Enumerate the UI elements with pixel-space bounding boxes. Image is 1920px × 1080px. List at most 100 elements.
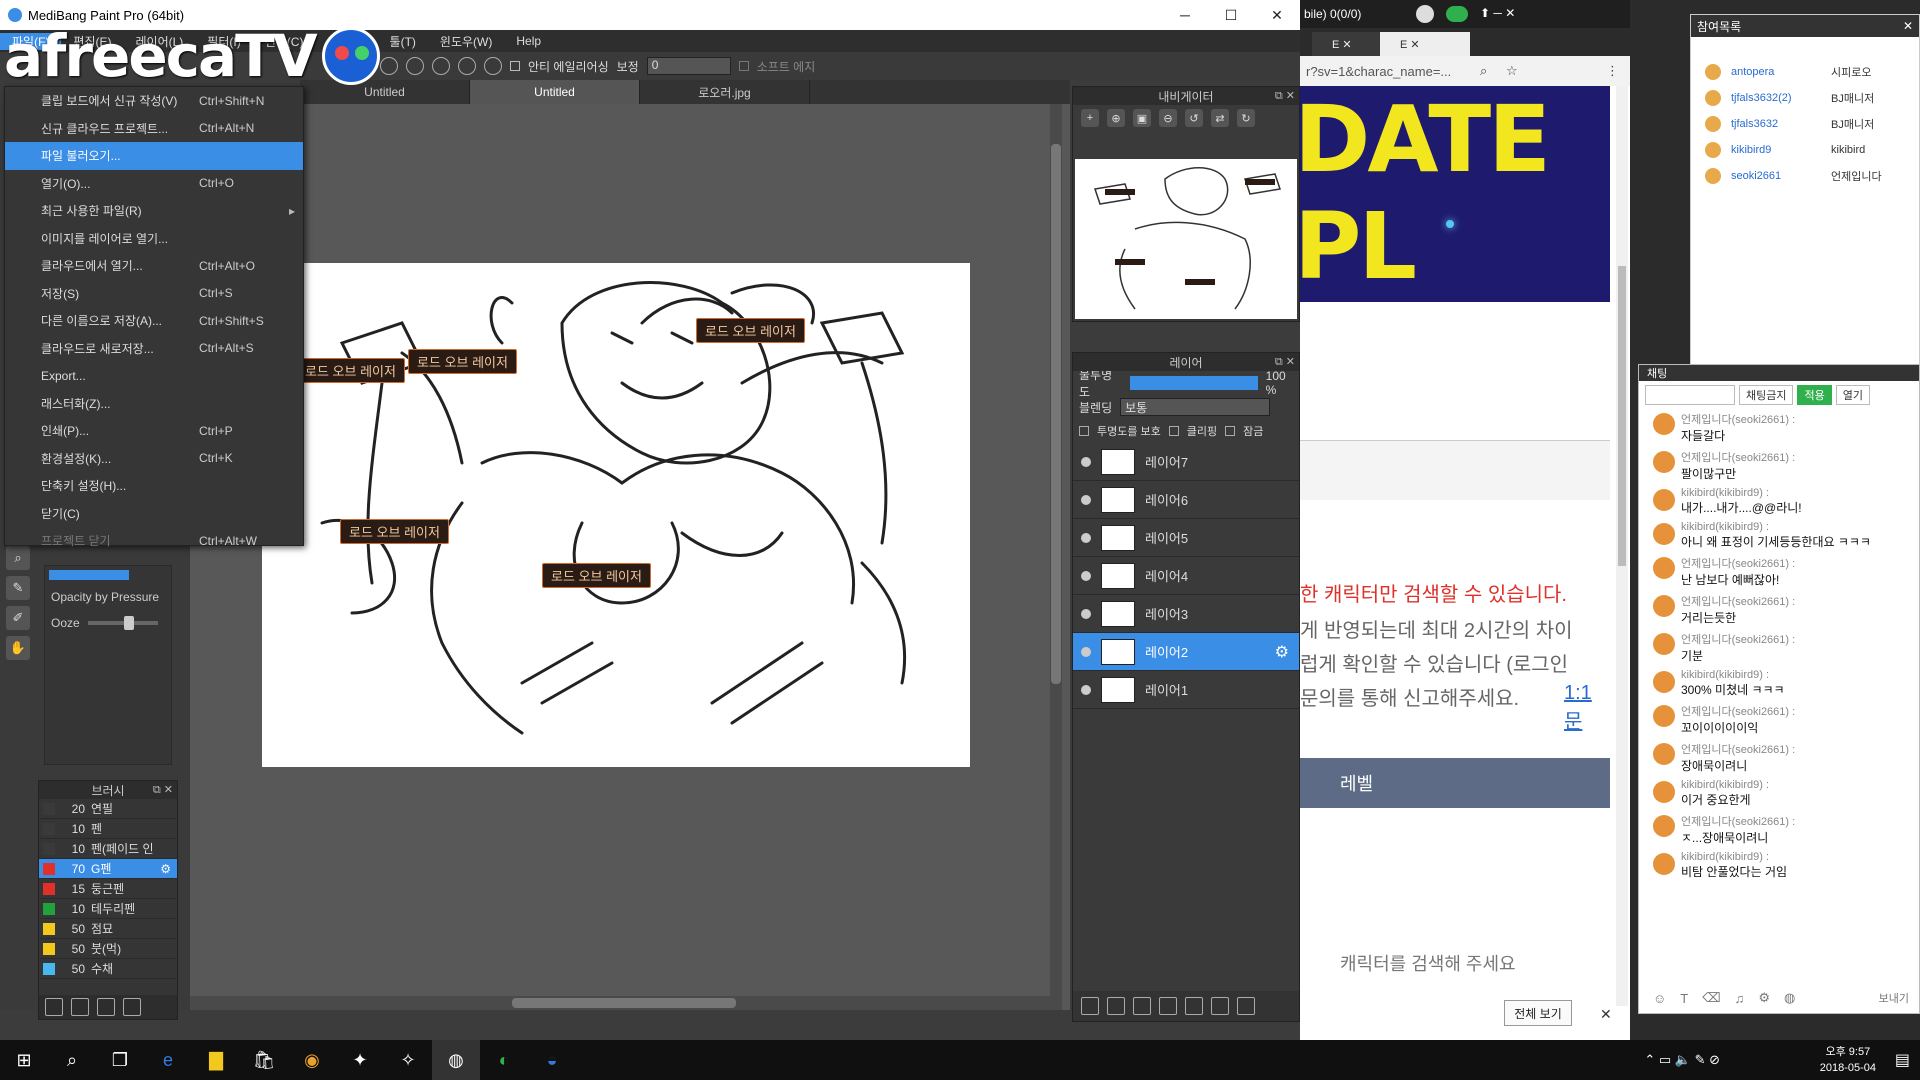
brush-item[interactable]: 10 펜(페이드 인 [39,839,177,859]
clipping-checkbox[interactable] [1168,426,1179,436]
brush-item[interactable]: 50 붓(먹) [39,939,177,959]
participant-row[interactable]: seoki2661 언제입니다 [1691,163,1919,189]
chat-username[interactable]: 언제입니다(seoki2661) : [1681,741,1795,757]
visibility-eye-icon[interactable] [1081,646,1091,657]
tab-image[interactable]: 로오러.jpg [640,80,810,104]
add-brush-icon[interactable] [45,998,63,1016]
folder-icon[interactable]: ▇ [192,1040,240,1080]
new-folder-icon[interactable] [1185,997,1203,1015]
file-menu-item[interactable]: 파일 불러오기... [5,142,303,170]
globe-icon[interactable]: ◍ [1784,990,1795,1006]
chrome-icon[interactable]: ◉ [288,1040,336,1080]
dismiss-icon[interactable]: ✕ [1600,1006,1612,1023]
brush-item[interactable]: 50 점묘 [39,919,177,939]
file-menu-item[interactable]: 단축키 설정(H)... [5,472,303,500]
file-menu-item[interactable]: 인쇄(P)... Ctrl+P [5,417,303,445]
brush-item[interactable]: 15 둥근펜 [39,879,177,899]
participant-row[interactable]: tjfals3632 BJ매니저 [1691,111,1919,137]
ooze-slider[interactable] [87,616,158,630]
brush-item[interactable]: 70 G펜 ⚙ [39,859,177,879]
emoji-icon[interactable]: ☺ [1653,991,1666,1006]
layer-item[interactable]: 레이어2 ⚙ [1073,633,1299,671]
clock[interactable]: 오후 9:57 2018-05-04 [1820,1044,1876,1076]
minimize-button[interactable]: ─ [1162,0,1208,30]
correction-select[interactable]: 0 [646,57,731,75]
visibility-eye-icon[interactable] [1081,456,1091,467]
chat-username[interactable]: 언제입니다(seoki2661) : [1681,631,1795,647]
circle-tool-icon[interactable] [380,57,398,75]
pen-tool-icon[interactable]: ✐ [6,606,30,630]
close-icon[interactable]: ✕ [1903,19,1913,33]
file-menu-item[interactable]: 클라우드에서 열기... Ctrl+Alt+O [5,252,303,280]
chat-filter-select[interactable]: 채팅금지 [1739,385,1794,405]
participant-row[interactable]: kikibird9 kikibird [1691,137,1919,163]
menu-tool[interactable]: 툴(T) [378,33,428,50]
panel-close-icon[interactable]: ⧉ ✕ [153,783,173,797]
layer-item[interactable]: 레이어1 [1073,671,1299,709]
canvas-horizontal-scrollbar[interactable] [190,996,1050,1010]
layer-item[interactable]: 레이어3 [1073,595,1299,633]
brush-item[interactable]: 20 연필 [39,799,177,819]
layer-settings-gear-icon[interactable]: ⚙ [1275,642,1289,662]
settings-icon[interactable]: ⚙ [1758,990,1770,1006]
windows-start-icon[interactable]: ⊞ [0,1040,48,1080]
brush-item[interactable]: 10 테두리펜 [39,899,177,919]
file-menu-item[interactable]: 신규 클라우드 프로젝트... Ctrl+Alt+N [5,115,303,143]
zoom-out-icon[interactable]: ⊖ [1159,109,1177,127]
flip-icon[interactable]: ⇄ [1211,109,1229,127]
search-icon[interactable]: ⌕ [48,1040,96,1080]
merge-layer-icon[interactable] [1237,997,1255,1015]
chat-username[interactable]: 언제입니다(seoki2661) : [1681,703,1795,719]
layer-item[interactable]: 레이어7 [1073,443,1299,481]
view-all-button[interactable]: 전체 보기 [1504,1000,1572,1026]
menu-window[interactable]: 윈도우(W) [428,33,504,50]
inquiry-link[interactable]: 1:1문 [1564,682,1610,734]
layer-panel-close-icon[interactable]: ⧉ ✕ [1275,355,1295,369]
chat-username[interactable]: kikibird(kikibird9) : [1681,779,1769,791]
layer-item[interactable]: 레이어5 [1073,519,1299,557]
medibang-task-icon[interactable]: ◍ [432,1040,480,1080]
visibility-eye-icon[interactable] [1081,494,1091,505]
edge-icon[interactable]: e [144,1040,192,1080]
layer-item[interactable]: 레이어6 [1073,481,1299,519]
maximize-button[interactable]: ☐ [1208,0,1254,30]
chat-apply-button[interactable]: 적용 [1797,385,1832,405]
menu-help[interactable]: Help [504,34,553,48]
new-layer-icon[interactable] [1081,997,1099,1015]
new-tone-layer-icon[interactable] [1159,997,1177,1015]
file-menu-item[interactable]: 환경설정(K)... Ctrl+K [5,445,303,473]
app-icon-2[interactable]: ✧ [384,1040,432,1080]
file-menu-item[interactable]: Export... [5,362,303,390]
protect-alpha-checkbox[interactable] [1079,426,1089,436]
chat-username[interactable]: 언제입니다(seoki2661) : [1681,449,1795,465]
send-button[interactable]: 보내기 [1879,990,1909,1006]
browser-scrollbar[interactable] [1616,86,1628,1006]
layer-item[interactable]: 레이어4 [1073,557,1299,595]
file-menu-item[interactable]: 클라우드로 새로저장... Ctrl+Alt+S [5,335,303,363]
rotate-right-icon[interactable]: ↻ [1237,109,1255,127]
extension-icon[interactable] [1446,6,1468,22]
canvas-vertical-scrollbar[interactable] [1050,104,1062,1010]
participant-row[interactable]: tjfals3632(2) BJ매니저 [1691,85,1919,111]
horizontal-scroll-thumb[interactable] [512,998,736,1008]
task-view-icon[interactable]: ❐ [96,1040,144,1080]
brush-item[interactable]: 50 수채 [39,959,177,979]
brush-settings-gear-icon[interactable]: ⚙ [160,862,171,876]
opacity-slider[interactable] [1130,376,1258,390]
visibility-eye-icon[interactable] [1081,532,1091,543]
target-tool-icon[interactable] [484,57,502,75]
participant-row[interactable]: antopera 시피로오 [1691,59,1919,85]
soft-edge-checkbox[interactable] [738,61,749,71]
ooze-slider-handle[interactable] [123,616,134,630]
close-button[interactable]: ✕ [1254,0,1300,30]
search-icon[interactable]: ⌕ [1480,63,1487,79]
rotate-left-icon[interactable]: ↺ [1185,109,1203,127]
gear-tool-icon[interactable] [458,57,476,75]
file-menu-item[interactable]: 닫기(C) [5,500,303,528]
zoom-plus-icon[interactable]: ⊕ [1107,109,1125,127]
address-bar[interactable]: r?sv=1&charac_name=... ⌕ ☆ ⋮ [1300,56,1630,86]
visibility-eye-icon[interactable] [1081,608,1091,619]
chat-username[interactable]: 언제입니다(seoki2661) : [1681,593,1795,609]
chat-username[interactable]: kikibird(kikibird9) : [1681,851,1787,863]
app-icon-1[interactable]: ✦ [336,1040,384,1080]
